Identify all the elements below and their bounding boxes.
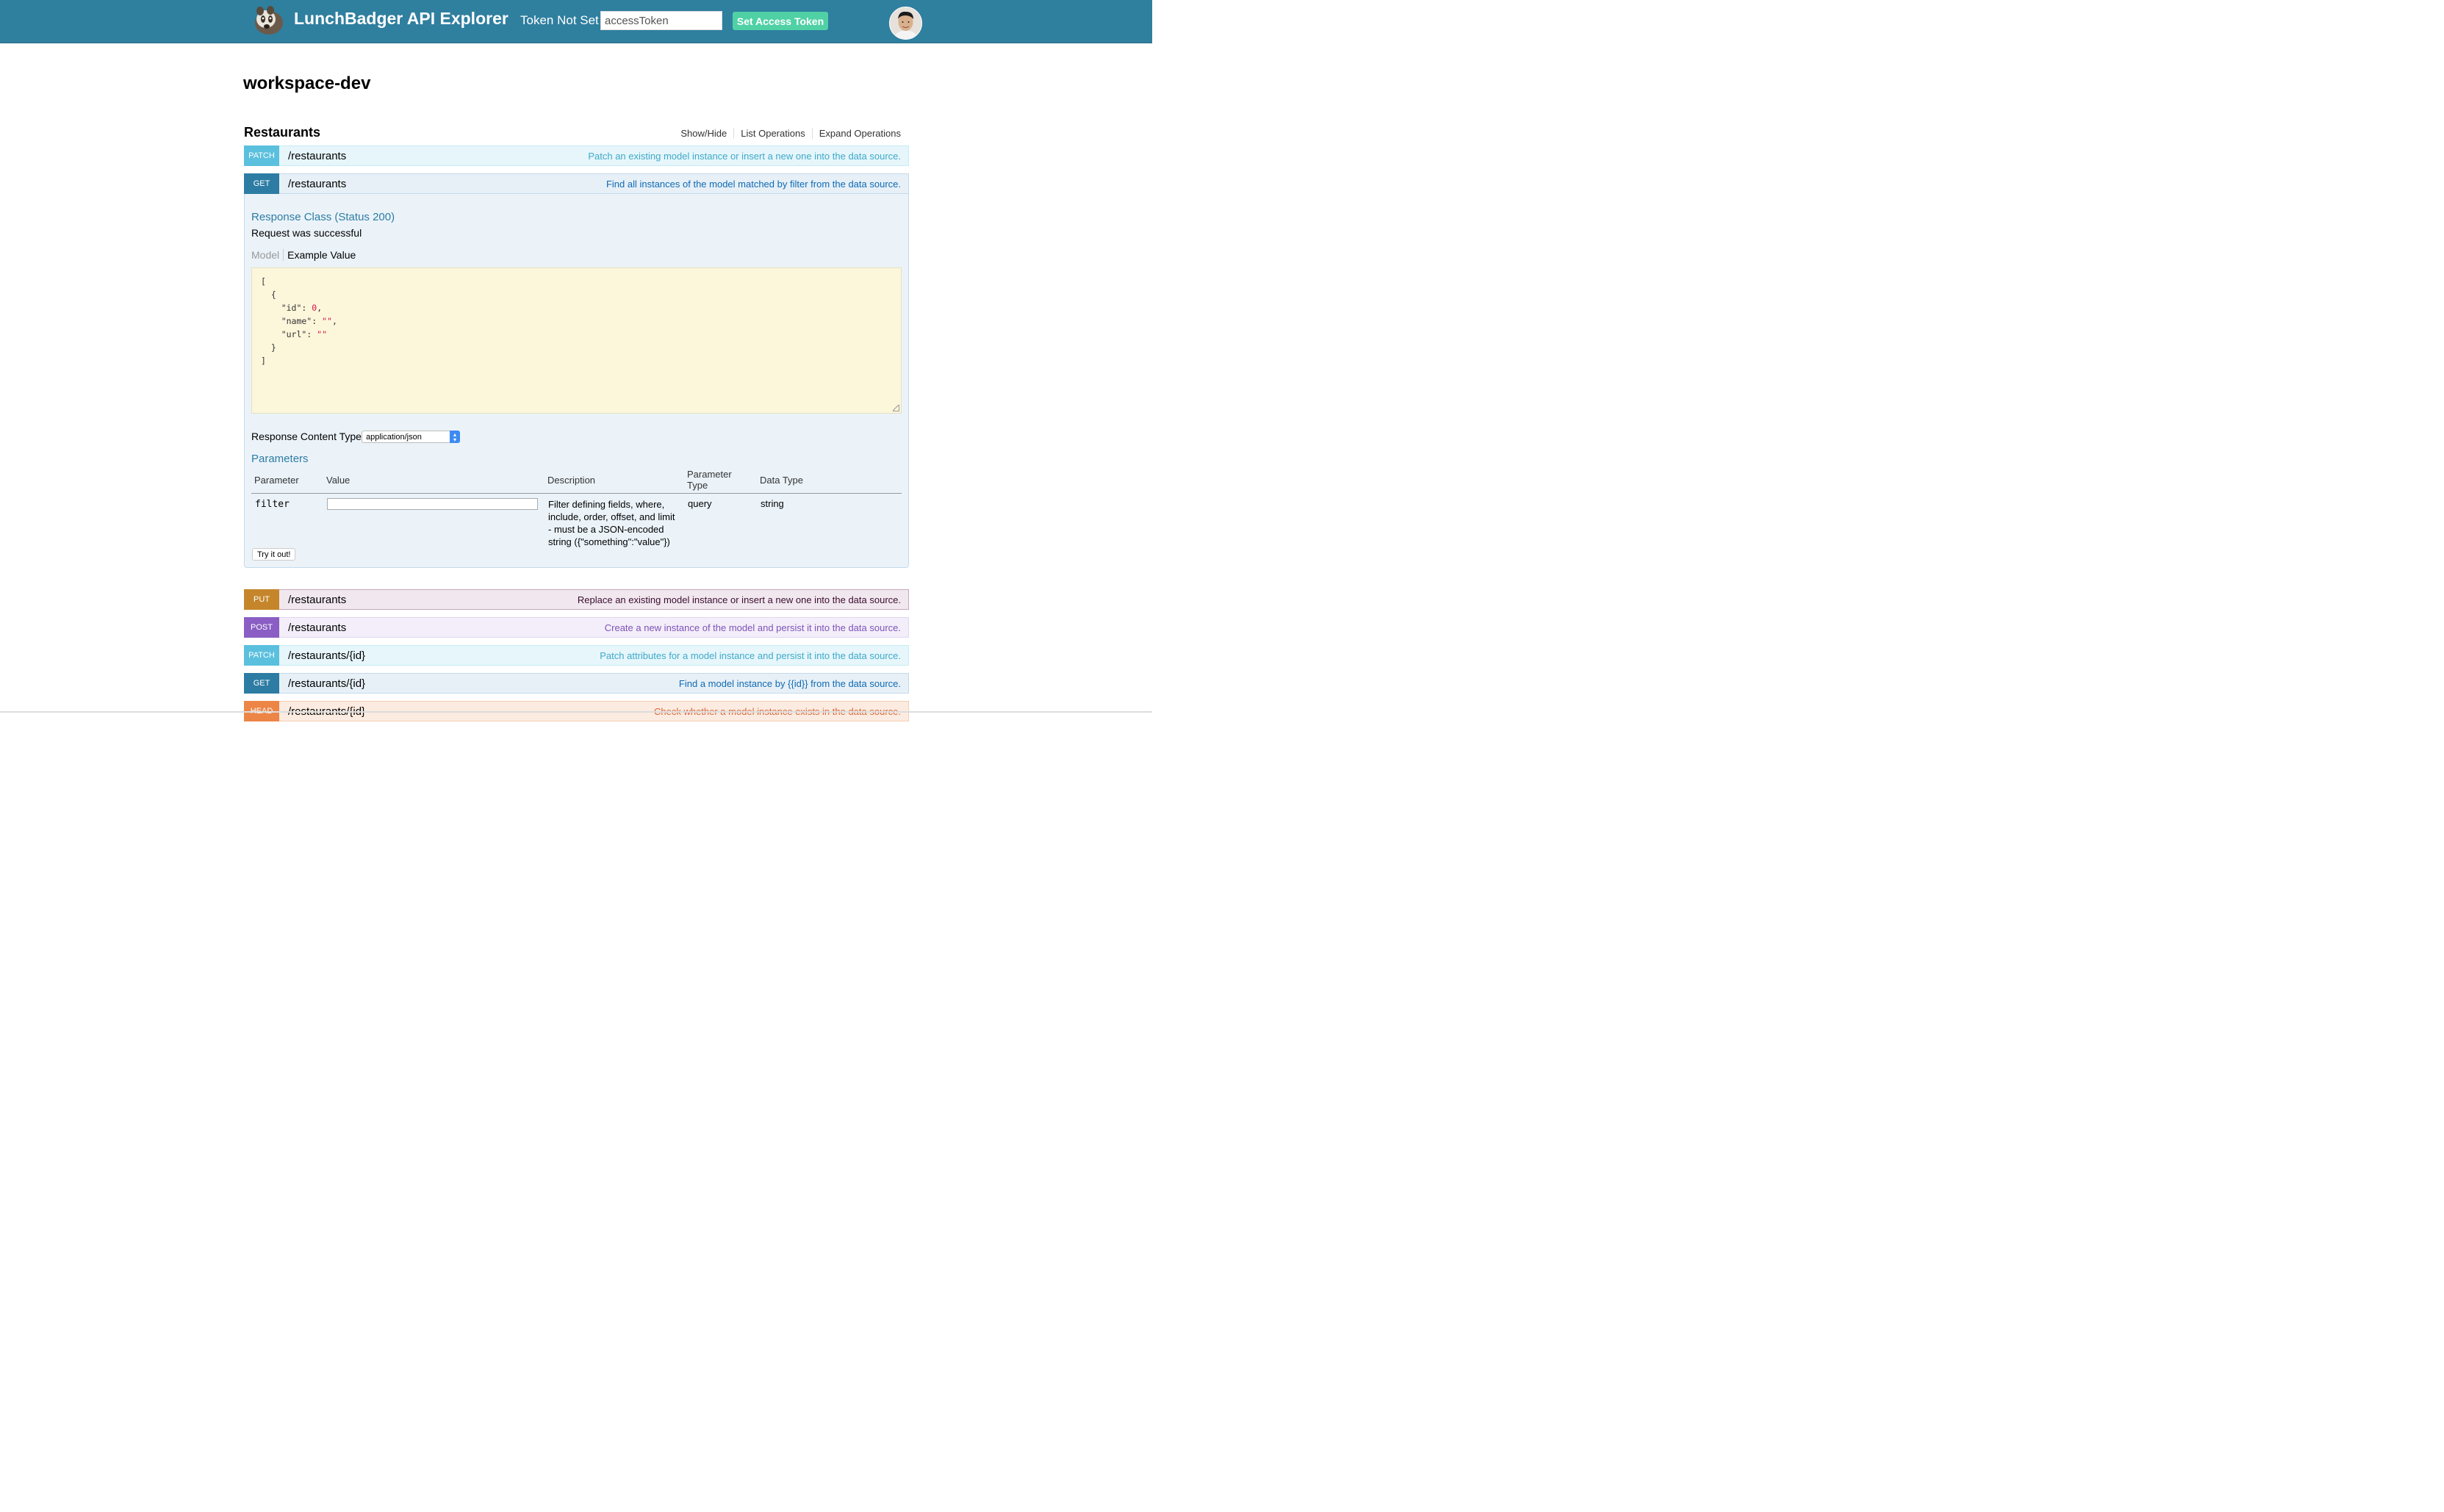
set-access-token-button[interactable]: Set Access Token xyxy=(733,12,828,30)
column-header: Parameter Type xyxy=(684,469,757,494)
table-row: filter Filter defining fields, where, in… xyxy=(251,494,902,549)
resource-actions: Show/Hide List Operations Expand Operati… xyxy=(674,128,901,139)
column-header: Parameter xyxy=(251,469,323,494)
operation-details: Response Class (Status 200) Request was … xyxy=(244,194,909,568)
example-value-code[interactable]: [ { "id": 0, "name": "", "url": "" }] xyxy=(251,267,902,414)
parameter-type: query xyxy=(688,498,712,509)
operation-patch-restaurant-by-id[interactable]: PATCH /restaurants/{id} Patch attributes… xyxy=(244,645,909,666)
operation-summary[interactable]: Find all instances of the model matched … xyxy=(606,179,908,190)
access-token-input[interactable] xyxy=(600,11,722,30)
workspace-title: workspace-dev xyxy=(243,73,371,93)
token-status: Token Not Set xyxy=(520,13,599,27)
app-title: LunchBadger API Explorer xyxy=(294,9,508,28)
code-line: { xyxy=(261,289,276,300)
try-it-out-button[interactable]: Try it out! xyxy=(252,548,296,561)
method-badge: PATCH xyxy=(244,145,279,166)
select-arrows-icon: ▴ ▾ xyxy=(450,431,460,443)
method-badge: PATCH xyxy=(244,645,279,666)
tab-example-value[interactable]: Example Value xyxy=(284,249,356,261)
operation-patch-restaurants[interactable]: PATCH /restaurants Patch an existing mod… xyxy=(244,145,909,166)
method-badge: POST xyxy=(244,617,279,638)
method-badge: PUT xyxy=(244,589,279,610)
resource-title[interactable]: Restaurants xyxy=(244,125,320,140)
method-badge: GET xyxy=(244,173,279,194)
expand-operations-link[interactable]: Expand Operations xyxy=(811,128,901,139)
response-class-title: Response Class (Status 200) xyxy=(251,211,395,223)
parameter-description: Filter defining fields, where, include, … xyxy=(548,499,675,547)
window-bottom-edge xyxy=(0,711,1152,713)
response-content-type-select[interactable]: application/json ▴ ▾ xyxy=(362,431,460,443)
operation-summary[interactable]: Patch an existing model instance or inse… xyxy=(588,151,908,162)
operation-put-restaurants[interactable]: PUT /restaurants Replace an existing mod… xyxy=(244,589,909,610)
top-bar: LunchBadger API Explorer Token Not Set S… xyxy=(0,0,1152,43)
operation-path[interactable]: /restaurants xyxy=(288,594,346,606)
operation-get-restaurant-by-id[interactable]: GET /restaurants/{id} Find a model insta… xyxy=(244,673,909,694)
column-header: Data Type xyxy=(757,469,902,494)
response-content-type-label: Response Content Type xyxy=(251,431,362,442)
parameters-table: Parameter Value Description Parameter Ty… xyxy=(251,469,902,548)
avatar[interactable] xyxy=(889,7,922,40)
operation-summary[interactable]: Find a model instance by {{id}} from the… xyxy=(679,678,908,689)
operation-summary[interactable]: Patch attributes for a model instance an… xyxy=(600,650,908,661)
code-line: "name": "", xyxy=(261,316,337,326)
snippet-tabs: Model Example Value xyxy=(251,249,356,261)
operation-path[interactable]: /restaurants/{id} xyxy=(288,677,365,690)
operation-path[interactable]: /restaurants xyxy=(288,150,346,162)
operation-path[interactable]: /restaurants/{id} xyxy=(288,649,365,662)
badger-logo-icon xyxy=(255,6,283,35)
tab-model[interactable]: Model xyxy=(251,249,284,261)
code-line: ] xyxy=(261,356,266,366)
code-line: [ xyxy=(261,276,266,287)
resize-handle-icon[interactable] xyxy=(893,405,899,411)
column-header: Description xyxy=(544,469,684,494)
code-line: } xyxy=(261,342,276,353)
operation-summary[interactable]: Replace an existing model instance or in… xyxy=(578,594,908,605)
response-description: Request was successful xyxy=(251,227,362,239)
column-header: Value xyxy=(323,469,544,494)
operation-summary[interactable]: Create a new instance of the model and p… xyxy=(605,622,908,633)
filter-value-input[interactable] xyxy=(327,498,538,510)
parameter-name: filter xyxy=(255,499,290,510)
select-value: application/json xyxy=(366,433,422,442)
list-operations-link[interactable]: List Operations xyxy=(733,128,811,139)
data-type: string xyxy=(761,498,784,509)
code-line: "id": 0, xyxy=(261,303,323,313)
operation-post-restaurants[interactable]: POST /restaurants Create a new instance … xyxy=(244,617,909,638)
parameters-title: Parameters xyxy=(251,453,309,465)
operation-path[interactable]: /restaurants xyxy=(288,622,346,634)
user-avatar-icon xyxy=(890,7,921,39)
operation-get-restaurants[interactable]: GET /restaurants Find all instances of t… xyxy=(244,173,909,194)
operation-path[interactable]: /restaurants xyxy=(288,178,346,190)
show-hide-link[interactable]: Show/Hide xyxy=(674,128,733,139)
method-badge: GET xyxy=(244,673,279,694)
code-line: "url": "" xyxy=(261,329,328,339)
